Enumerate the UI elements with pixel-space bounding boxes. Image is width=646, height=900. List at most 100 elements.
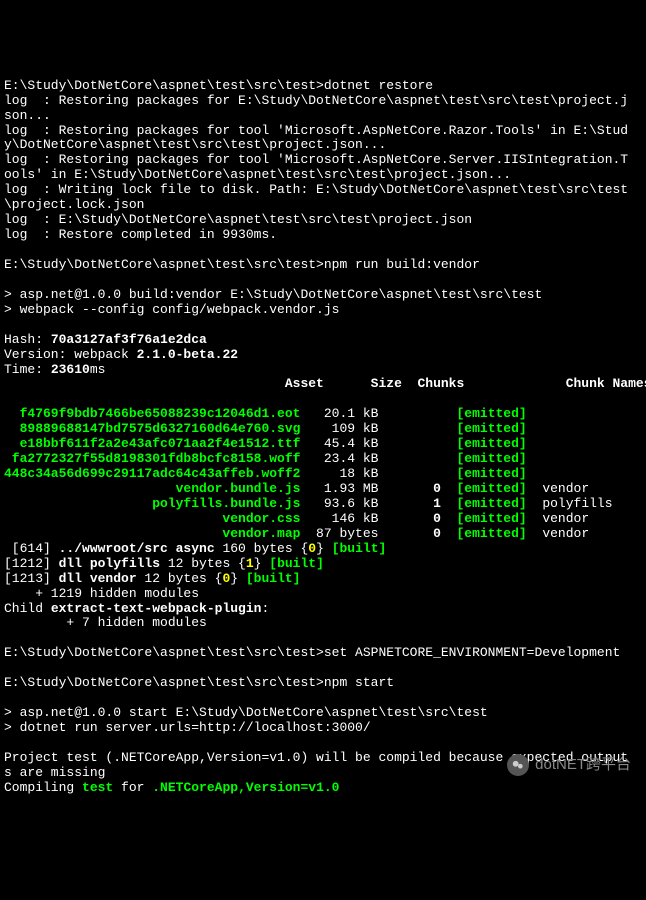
terminal-line: vendor.bundle.js 1.93 MB 0 [emitted] ven… bbox=[4, 482, 642, 497]
watermark: dotNET跨平台 bbox=[507, 754, 631, 776]
terminal-line: e18bbf611f2a2e43afc071aa2f4e1512.ttf 45.… bbox=[4, 437, 642, 452]
terminal-segment: vendor bbox=[527, 481, 589, 496]
terminal-segment bbox=[441, 511, 457, 526]
terminal-line: fa2772327f55d8198301fdb8bcfc8158.woff 23… bbox=[4, 452, 642, 467]
terminal-line: 448c34a56d699c29117adc64c43affeb.woff2 1… bbox=[4, 467, 642, 482]
terminal-segment: 109 kB bbox=[300, 421, 456, 436]
terminal-segment: 0 bbox=[433, 511, 441, 526]
terminal-segment: 0 bbox=[308, 541, 316, 556]
terminal-line: log : Restoring packages for E:\Study\Do… bbox=[4, 94, 642, 109]
terminal-segment: [built] bbox=[269, 556, 324, 571]
terminal-segment: E:\Study\DotNetCore\aspnet\test\src\test… bbox=[4, 675, 394, 690]
terminal-segment bbox=[441, 526, 457, 541]
terminal-segment: E:\Study\DotNetCore\aspnet\test\src\test… bbox=[4, 645, 620, 660]
terminal-segment: for bbox=[113, 780, 152, 795]
terminal-segment: 45.4 kB bbox=[300, 436, 456, 451]
terminal-line: [1212] dll polyfills 12 bytes {1} [built… bbox=[4, 557, 642, 572]
terminal-line: f4769f9bdb7466be65088239c12046d1.eot 20.… bbox=[4, 407, 642, 422]
terminal-output: E:\Study\DotNetCore\aspnet\test\src\test… bbox=[4, 64, 642, 796]
terminal-segment: > webpack --config config/webpack.vendor… bbox=[4, 302, 339, 317]
terminal-segment: log : Restore completed in 9930ms. bbox=[4, 227, 277, 242]
terminal-segment: dll vendor bbox=[59, 571, 137, 586]
terminal-segment: Asset Size Chunks Chunk Names bbox=[4, 376, 646, 391]
terminal-segment: 93.6 kB bbox=[300, 496, 433, 511]
terminal-segment: Child bbox=[4, 601, 51, 616]
wechat-icon bbox=[507, 754, 529, 776]
terminal-segment: E:\Study\DotNetCore\aspnet\test\src\test… bbox=[4, 78, 433, 93]
terminal-line: vendor.map 87 bytes 0 [emitted] vendor bbox=[4, 527, 642, 542]
terminal-segment: .NETCoreApp,Version=v1.0 bbox=[152, 780, 339, 795]
terminal-segment: test bbox=[82, 780, 113, 795]
terminal-line: log : Restore completed in 9930ms. bbox=[4, 228, 642, 243]
terminal-segment: log : Restoring packages for tool 'Micro… bbox=[4, 152, 628, 167]
terminal-segment: 1 bbox=[433, 496, 441, 511]
terminal-line: log : Restoring packages for tool 'Micro… bbox=[4, 124, 642, 139]
terminal-segment: ../wwwroot/src async bbox=[59, 541, 215, 556]
terminal-line: Child extract-text-webpack-plugin: bbox=[4, 602, 642, 617]
terminal-segment: y\DotNetCore\aspnet\test\src\test\projec… bbox=[4, 137, 386, 152]
terminal-line: E:\Study\DotNetCore\aspnet\test\src\test… bbox=[4, 646, 642, 661]
terminal-segment: 12 bytes { bbox=[137, 571, 223, 586]
terminal-segment: 2.1.0-beta.22 bbox=[137, 347, 238, 362]
terminal-segment: 0 bbox=[433, 526, 441, 541]
terminal-segment: extract-text-webpack-plugin bbox=[51, 601, 262, 616]
terminal-segment: 89889688147bd7575d6327160d64e760.svg bbox=[4, 421, 300, 436]
terminal-segment: 1 bbox=[246, 556, 254, 571]
terminal-segment: > dotnet run server.urls=http://localhos… bbox=[4, 720, 371, 735]
terminal-segment: polyfills.bundle.js bbox=[4, 496, 300, 511]
terminal-line: Asset Size Chunks Chunk Names bbox=[4, 377, 642, 392]
terminal-segment: vendor.bundle.js bbox=[4, 481, 300, 496]
terminal-segment: dll polyfills bbox=[59, 556, 160, 571]
terminal-line: ools' in E:\Study\DotNetCore\aspnet\test… bbox=[4, 168, 642, 183]
terminal-segment: } bbox=[316, 541, 332, 556]
terminal-segment: > asp.net@1.0.0 build:vendor E:\Study\Do… bbox=[4, 287, 542, 302]
terminal-line: [1213] dll vendor 12 bytes {0} [built] bbox=[4, 572, 642, 587]
terminal-line: + 7 hidden modules bbox=[4, 616, 642, 631]
terminal-line: log : Writing lock file to disk. Path: E… bbox=[4, 183, 642, 198]
terminal-line: E:\Study\DotNetCore\aspnet\test\src\test… bbox=[4, 258, 642, 273]
terminal-line: \project.lock.json bbox=[4, 198, 642, 213]
terminal-line: E:\Study\DotNetCore\aspnet\test\src\test… bbox=[4, 676, 642, 691]
terminal-segment: [built] bbox=[332, 541, 387, 556]
terminal-segment: 20.1 kB bbox=[300, 406, 456, 421]
terminal-segment: vendor bbox=[527, 526, 589, 541]
terminal-segment: [emitted] bbox=[456, 436, 526, 451]
terminal-line: 89889688147bd7575d6327160d64e760.svg 109… bbox=[4, 422, 642, 437]
terminal-segment: [emitted] bbox=[456, 466, 526, 481]
terminal-segment: + 7 hidden modules bbox=[4, 615, 207, 630]
terminal-line bbox=[4, 736, 642, 751]
terminal-line: log : E:\Study\DotNetCore\aspnet\test\sr… bbox=[4, 213, 642, 228]
terminal-segment: 12 bytes { bbox=[160, 556, 246, 571]
terminal-segment: Version: webpack bbox=[4, 347, 137, 362]
terminal-segment: e18bbf611f2a2e43afc071aa2f4e1512.ttf bbox=[4, 436, 300, 451]
terminal-segment: [emitted] bbox=[456, 406, 526, 421]
terminal-segment bbox=[441, 481, 457, 496]
terminal-line bbox=[4, 661, 642, 676]
terminal-segment: 23.4 kB bbox=[300, 451, 456, 466]
terminal-line: log : Restoring packages for tool 'Micro… bbox=[4, 153, 642, 168]
terminal-line bbox=[4, 273, 642, 288]
terminal-segment: 18 kB bbox=[300, 466, 456, 481]
terminal-segment: vendor bbox=[527, 511, 589, 526]
terminal-line: > webpack --config config/webpack.vendor… bbox=[4, 303, 642, 318]
terminal-segment: Hash: bbox=[4, 332, 51, 347]
terminal-segment: vendor.css bbox=[4, 511, 300, 526]
terminal-segment: [614] bbox=[4, 541, 59, 556]
terminal-line bbox=[4, 392, 642, 407]
terminal-segment: ms bbox=[90, 362, 106, 377]
terminal-line: > asp.net@1.0.0 start E:\Study\DotNetCor… bbox=[4, 706, 642, 721]
terminal-segment: ools' in E:\Study\DotNetCore\aspnet\test… bbox=[4, 167, 511, 182]
terminal-segment: 146 kB bbox=[300, 511, 433, 526]
terminal-segment: Compiling bbox=[4, 780, 82, 795]
terminal-line: > asp.net@1.0.0 build:vendor E:\Study\Do… bbox=[4, 288, 642, 303]
terminal-segment: [1213] bbox=[4, 571, 59, 586]
terminal-line: y\DotNetCore\aspnet\test\src\test\projec… bbox=[4, 138, 642, 153]
terminal-line bbox=[4, 243, 642, 258]
terminal-segment: } bbox=[230, 571, 246, 586]
terminal-segment: 160 bytes { bbox=[215, 541, 309, 556]
terminal-segment: vendor.map bbox=[4, 526, 300, 541]
terminal-segment: 23610 bbox=[51, 362, 90, 377]
terminal-segment: } bbox=[254, 556, 270, 571]
terminal-line: E:\Study\DotNetCore\aspnet\test\src\test… bbox=[4, 79, 642, 94]
terminal-segment: 87 bytes bbox=[300, 526, 433, 541]
